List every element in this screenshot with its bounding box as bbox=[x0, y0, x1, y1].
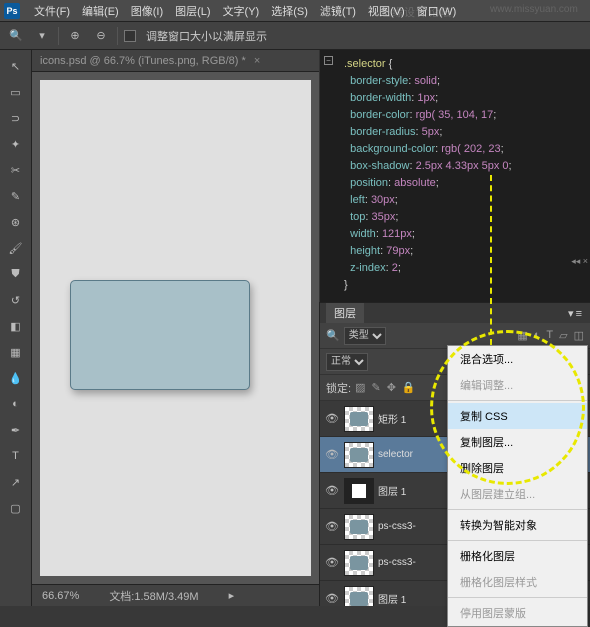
selector-shape[interactable] bbox=[70, 280, 250, 390]
app-logo: Ps bbox=[4, 3, 20, 19]
document-area: icons.psd @ 66.7% (iTunes.png, RGB/8) * … bbox=[32, 50, 319, 606]
lock-label: 锁定: bbox=[326, 380, 351, 396]
filter-type-icon[interactable]: T bbox=[546, 329, 553, 342]
visibility-icon[interactable]: 👁 bbox=[324, 519, 340, 535]
layers-tab[interactable]: 图层 bbox=[326, 303, 364, 323]
menu-type[interactable]: 文字(Y) bbox=[217, 3, 266, 19]
status-arrow-icon[interactable]: ▸ bbox=[229, 589, 235, 602]
layer-name: 图层 1 bbox=[378, 591, 406, 606]
heal-tool-icon[interactable]: ⊛ bbox=[4, 210, 28, 234]
fold-icon[interactable]: − bbox=[324, 56, 333, 65]
menu-edit[interactable]: 编辑(E) bbox=[76, 3, 125, 19]
visibility-icon[interactable]: 👁 bbox=[324, 591, 340, 607]
filter-adjust-icon[interactable]: ◐ bbox=[534, 329, 541, 342]
zoom-out-icon[interactable]: ⊖ bbox=[91, 26, 111, 46]
layer-name: ps-css3- bbox=[378, 557, 416, 568]
ctx-duplicate-layer[interactable]: 复制图层... bbox=[448, 429, 587, 455]
code-content: .selector { border-style: solid; border-… bbox=[344, 56, 582, 294]
ctx-disable-mask: 停用图层蒙版 bbox=[448, 600, 587, 626]
separator bbox=[448, 509, 587, 510]
separator bbox=[448, 400, 587, 401]
history-brush-icon[interactable]: ↺ bbox=[4, 288, 28, 312]
filter-icon[interactable]: 🔍 bbox=[326, 329, 340, 342]
ctx-rasterize-layer[interactable]: 栅格化图层 bbox=[448, 543, 587, 569]
options-bar: 🔍 ▾ ⊕ ⊖ 调整窗口大小以满屏显示 bbox=[0, 22, 590, 50]
context-menu: 混合选项... 编辑调整... 复制 CSS 复制图层... 删除图层 从图层建… bbox=[447, 345, 588, 627]
lock-paint-icon[interactable]: ✎ bbox=[371, 381, 380, 394]
dodge-tool-icon[interactable]: ◐ bbox=[4, 392, 28, 416]
filter-type[interactable]: 类型 bbox=[344, 327, 386, 345]
layer-name: 图层 1 bbox=[378, 483, 406, 498]
menu-file[interactable]: 文件(F) bbox=[28, 3, 76, 19]
watermark-url: www.missyuan.com bbox=[490, 4, 578, 15]
zoom-in-icon[interactable]: ⊕ bbox=[65, 26, 85, 46]
ctx-blend-options[interactable]: 混合选项... bbox=[448, 346, 587, 372]
pen-tool-icon[interactable]: ✒ bbox=[4, 418, 28, 442]
visibility-icon[interactable]: 👁 bbox=[324, 483, 340, 499]
document-tab[interactable]: icons.psd @ 66.7% (iTunes.png, RGB/8) * … bbox=[32, 50, 319, 72]
brush-tool-icon[interactable]: 🖌 bbox=[4, 236, 28, 260]
layer-name: selector bbox=[378, 449, 413, 460]
menu-layer[interactable]: 图层(L) bbox=[169, 3, 216, 19]
css-code-panel: − .selector { border-style: solid; borde… bbox=[319, 50, 590, 302]
fit-label: 调整窗口大小以满屏显示 bbox=[146, 28, 267, 44]
lock-all-icon[interactable]: 🔒 bbox=[402, 381, 416, 394]
separator bbox=[58, 27, 59, 45]
lock-trans-icon[interactable]: ▨ bbox=[355, 381, 365, 394]
layer-name: ps-css3- bbox=[378, 521, 416, 532]
stamp-tool-icon[interactable]: ⛊ bbox=[4, 262, 28, 286]
separator bbox=[448, 540, 587, 541]
visibility-icon[interactable]: 👁 bbox=[324, 555, 340, 571]
crop-tool-icon[interactable]: ✂ bbox=[4, 158, 28, 182]
canvas[interactable] bbox=[40, 80, 311, 576]
marquee-tool-icon[interactable]: ▭ bbox=[4, 80, 28, 104]
path-tool-icon[interactable]: ↗ bbox=[4, 470, 28, 494]
ctx-rasterize-style: 栅格化图层样式 bbox=[448, 569, 587, 595]
dropdown-icon[interactable]: ▾ bbox=[32, 26, 52, 46]
panel-menu-icon[interactable]: ▾≡ bbox=[568, 307, 584, 320]
close-tab-icon[interactable]: × bbox=[254, 55, 260, 67]
separator bbox=[448, 597, 587, 598]
toolbox: ↖ ▭ ⊃ ✦ ✂ ✎ ⊛ 🖌 ⛊ ↺ ◧ ▦ 💧 ◐ ✒ T ↗ ▢ bbox=[0, 50, 32, 606]
lasso-tool-icon[interactable]: ⊃ bbox=[4, 106, 28, 130]
visibility-icon[interactable]: 👁 bbox=[324, 411, 340, 427]
filter-pixel-icon[interactable]: ▦ bbox=[517, 329, 527, 342]
wand-tool-icon[interactable]: ✦ bbox=[4, 132, 28, 156]
ctx-convert-smart[interactable]: 转换为智能对象 bbox=[448, 512, 587, 538]
gradient-tool-icon[interactable]: ▦ bbox=[4, 340, 28, 364]
blend-mode[interactable]: 正常 bbox=[326, 353, 368, 371]
ctx-copy-css[interactable]: 复制 CSS bbox=[448, 403, 587, 429]
lock-pos-icon[interactable]: ✥ bbox=[387, 381, 396, 394]
blur-tool-icon[interactable]: 💧 bbox=[4, 366, 28, 390]
fit-checkbox[interactable] bbox=[124, 30, 136, 42]
canvas-wrap bbox=[32, 72, 319, 584]
eraser-tool-icon[interactable]: ◧ bbox=[4, 314, 28, 338]
menu-filter[interactable]: 滤镜(T) bbox=[314, 3, 362, 19]
ctx-group-from-layers[interactable]: 从图层建立组... bbox=[448, 481, 587, 507]
panel-collapse-icon[interactable]: ◂◂ × bbox=[571, 256, 588, 267]
zoom-tool-icon[interactable]: 🔍 bbox=[6, 26, 26, 46]
filter-smart-icon[interactable]: ◫ bbox=[574, 329, 584, 342]
annotation-arrow bbox=[490, 175, 492, 345]
layer-name: 矩形 1 bbox=[378, 411, 406, 426]
doc-size: 文档:1.58M/3.49M bbox=[109, 588, 198, 604]
watermark-text: 思缘设计论坛 bbox=[380, 4, 452, 20]
zoom-level[interactable]: 66.67% bbox=[42, 590, 79, 602]
filter-shape-icon[interactable]: ▱ bbox=[559, 329, 567, 342]
menu-select[interactable]: 选择(S) bbox=[265, 3, 314, 19]
document-title: icons.psd @ 66.7% (iTunes.png, RGB/8) * bbox=[40, 55, 246, 67]
ctx-edit-adjust: 编辑调整... bbox=[448, 372, 587, 398]
separator bbox=[117, 27, 118, 45]
visibility-icon[interactable]: 👁 bbox=[324, 447, 340, 463]
status-bar: 66.67% 文档:1.58M/3.49M ▸ bbox=[32, 584, 319, 606]
type-tool-icon[interactable]: T bbox=[4, 444, 28, 468]
eyedropper-tool-icon[interactable]: ✎ bbox=[4, 184, 28, 208]
ctx-delete-layer[interactable]: 删除图层 bbox=[448, 455, 587, 481]
menu-image[interactable]: 图像(I) bbox=[125, 3, 169, 19]
move-tool-icon[interactable]: ↖ bbox=[4, 54, 28, 78]
shape-tool-icon[interactable]: ▢ bbox=[4, 496, 28, 520]
